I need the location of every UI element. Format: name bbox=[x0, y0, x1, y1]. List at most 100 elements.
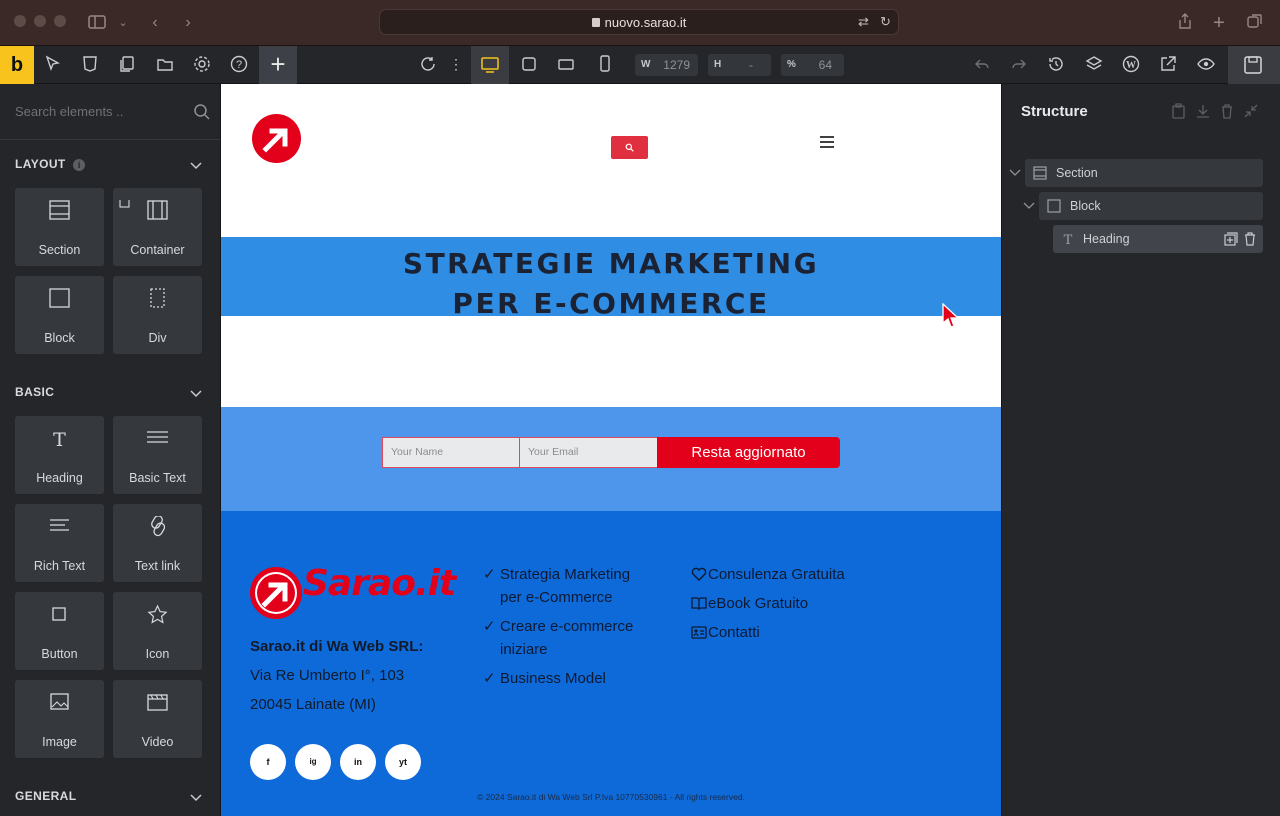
element-button-label: Button bbox=[41, 647, 78, 661]
zoom-value: 64 bbox=[818, 58, 832, 72]
minimize-window-button[interactable] bbox=[34, 15, 46, 27]
element-video-tile[interactable]: Video bbox=[113, 680, 202, 758]
youtube-icon[interactable]: yt bbox=[385, 744, 421, 780]
more-options-icon[interactable]: ⋮ bbox=[449, 55, 463, 75]
page-canvas: STRATEGIE MARKETING PER E-COMMERCE Your … bbox=[221, 84, 1001, 816]
element-heading-tile[interactable]: T Heading bbox=[15, 416, 104, 494]
video-icon bbox=[147, 694, 168, 711]
svg-text:W: W bbox=[1126, 60, 1136, 71]
tree-node-section[interactable]: Section bbox=[1025, 159, 1263, 187]
builder-logo[interactable]: b bbox=[0, 46, 34, 84]
footer-link-business-model[interactable]: ✓ Business Model bbox=[483, 667, 606, 690]
mobile-breakpoint-icon[interactable] bbox=[596, 55, 616, 75]
layout-section-title[interactable]: LAYOUT i bbox=[15, 157, 86, 171]
clipboard-icon[interactable] bbox=[1171, 103, 1187, 119]
preview-eye-icon[interactable] bbox=[1197, 55, 1217, 75]
tree-node-block[interactable]: Block bbox=[1039, 192, 1263, 220]
back-arrow-icon[interactable]: ‹ bbox=[144, 12, 166, 34]
linkedin-icon[interactable]: in bbox=[340, 744, 376, 780]
collapse-chevron-icon[interactable] bbox=[188, 385, 204, 401]
svg-text:T: T bbox=[53, 429, 66, 450]
add-element-button[interactable]: + bbox=[259, 46, 297, 84]
element-basic-text-tile[interactable]: Basic Text bbox=[113, 416, 202, 494]
new-tab-icon[interactable]: + bbox=[1208, 12, 1230, 34]
element-container-tile[interactable]: Container bbox=[113, 188, 202, 266]
folder-icon[interactable] bbox=[156, 55, 176, 75]
facebook-icon[interactable]: f bbox=[250, 744, 286, 780]
instagram-icon[interactable]: ig bbox=[295, 744, 331, 780]
collapse-chevron-icon[interactable] bbox=[188, 157, 204, 173]
element-icon-label: Icon bbox=[145, 647, 170, 661]
element-video-label: Video bbox=[141, 735, 174, 749]
canvas-width-field[interactable]: W 1279 bbox=[635, 54, 698, 76]
element-rich-text-tile[interactable]: Rich Text bbox=[15, 504, 104, 582]
share-icon[interactable] bbox=[1174, 12, 1196, 34]
element-section-tile[interactable]: Section bbox=[15, 188, 104, 266]
heart-icon bbox=[691, 567, 707, 581]
collapse-chevron-icon[interactable] bbox=[188, 789, 204, 805]
element-text-link-tile[interactable]: Text link bbox=[113, 504, 202, 582]
button-icon bbox=[52, 607, 66, 621]
tree-expand-chevron-icon[interactable] bbox=[1022, 199, 1036, 213]
element-search-input[interactable]: Search elements .. bbox=[15, 104, 123, 119]
star-icon bbox=[147, 604, 168, 624]
header-search-button[interactable] bbox=[611, 136, 648, 159]
cursor-select-icon[interactable] bbox=[44, 55, 64, 75]
tablet-landscape-icon[interactable] bbox=[520, 55, 540, 75]
translate-icon[interactable]: ⇄ bbox=[858, 14, 869, 30]
element-search[interactable]: Search elements .. bbox=[0, 84, 220, 140]
zoom-window-button[interactable] bbox=[54, 15, 66, 27]
history-icon[interactable] bbox=[1047, 55, 1067, 75]
sidebar-toggle-icon[interactable] bbox=[86, 12, 108, 34]
footer-link-strategia[interactable]: ✓ Strategia Marketing per e-Commerce bbox=[483, 563, 630, 609]
close-window-button[interactable] bbox=[14, 15, 26, 27]
tablet-portrait-icon[interactable] bbox=[557, 55, 577, 75]
subscribe-button[interactable]: Resta aggiornato bbox=[657, 437, 840, 468]
desktop-breakpoint-button[interactable] bbox=[471, 46, 509, 84]
collapse-all-icon[interactable] bbox=[1243, 103, 1259, 119]
address-bar[interactable]: nuovo.sarao.it ⇄ ↻ bbox=[379, 9, 899, 35]
help-icon[interactable]: ? bbox=[230, 55, 250, 75]
site-logo[interactable] bbox=[252, 114, 301, 163]
save-button[interactable] bbox=[1228, 46, 1280, 84]
footer-link-creare[interactable]: ✓ Creare e-commerce iniziare bbox=[483, 615, 633, 661]
sidebar-dropdown-chevron-icon[interactable]: ⌄ bbox=[112, 12, 134, 34]
download-icon[interactable] bbox=[1195, 103, 1211, 119]
settings-gear-icon[interactable] bbox=[193, 55, 213, 75]
reload-icon[interactable]: ↻ bbox=[880, 14, 891, 30]
basic-section-title[interactable]: BASIC bbox=[15, 385, 54, 399]
trash-icon[interactable] bbox=[1219, 103, 1235, 119]
wordpress-icon[interactable]: W bbox=[1122, 55, 1142, 75]
name-input[interactable]: Your Name bbox=[382, 437, 520, 468]
element-block-tile[interactable]: Block bbox=[15, 276, 104, 354]
element-button-tile[interactable]: Button bbox=[15, 592, 104, 670]
open-external-icon[interactable] bbox=[1159, 55, 1179, 75]
undo-icon[interactable] bbox=[973, 55, 993, 75]
refresh-icon[interactable] bbox=[419, 55, 439, 75]
tab-overview-icon[interactable] bbox=[1244, 12, 1266, 34]
footer-link-contatti[interactable]: Contatti bbox=[691, 621, 760, 644]
element-text-link-label: Text link bbox=[134, 559, 181, 573]
pages-icon[interactable] bbox=[118, 55, 138, 75]
canvas-height-field[interactable]: H - bbox=[708, 54, 771, 76]
footer-brand-name[interactable]: Sarao.it bbox=[303, 563, 456, 604]
tree-node-heading[interactable]: T Heading bbox=[1053, 225, 1263, 253]
layers-icon[interactable] bbox=[1085, 55, 1105, 75]
general-section-title[interactable]: GENERAL bbox=[15, 789, 76, 803]
tree-expand-chevron-icon[interactable] bbox=[1008, 166, 1022, 180]
templates-icon[interactable] bbox=[81, 55, 101, 75]
element-image-tile[interactable]: Image bbox=[15, 680, 104, 758]
forward-arrow-icon[interactable]: › bbox=[177, 12, 199, 34]
element-icon-tile[interactable]: Icon bbox=[113, 592, 202, 670]
delete-icon[interactable] bbox=[1243, 232, 1257, 246]
footer-address-line1: Via Re Umberto I°, 103 bbox=[250, 667, 405, 684]
duplicate-icon[interactable] bbox=[1224, 232, 1238, 246]
email-input[interactable]: Your Email bbox=[519, 437, 658, 468]
footer-link-ebook[interactable]: eBook Gratuito bbox=[691, 592, 808, 615]
redo-icon[interactable] bbox=[1010, 55, 1030, 75]
footer-link-consulenza[interactable]: Consulenza Gratuita bbox=[691, 563, 845, 586]
zoom-field[interactable]: % 64 bbox=[781, 54, 844, 76]
element-div-tile[interactable]: Div bbox=[113, 276, 202, 354]
hero-heading[interactable]: STRATEGIE MARKETING PER E-COMMERCE bbox=[221, 244, 1001, 324]
hamburger-menu-icon[interactable] bbox=[820, 136, 834, 148]
